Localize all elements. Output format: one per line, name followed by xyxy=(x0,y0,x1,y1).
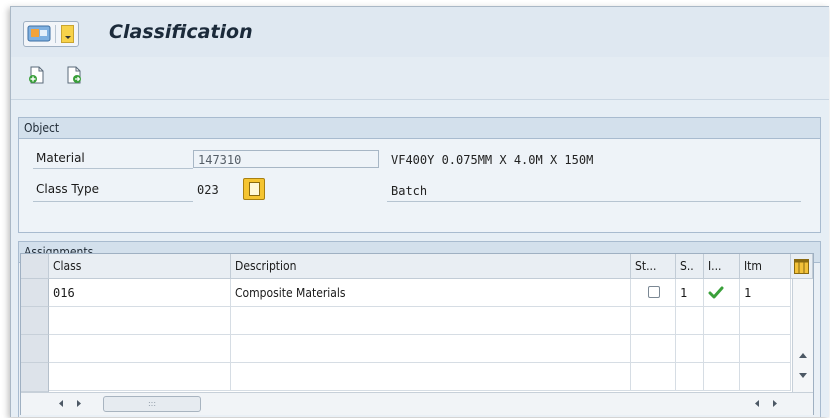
row-selector[interactable] xyxy=(21,279,49,307)
cell-description[interactable]: Composite Materials xyxy=(231,279,631,307)
object-group: Object Material 147310 VF400Y 0.075MM X … xyxy=(18,117,821,233)
material-label-underline xyxy=(33,168,193,169)
class-type-field[interactable]: 023 xyxy=(197,183,219,197)
scroll-right-icon[interactable] xyxy=(75,399,83,408)
horizontal-scrollbar[interactable]: ::: xyxy=(21,392,813,415)
table-settings-icon-glyph xyxy=(794,259,809,274)
value-help-icon[interactable] xyxy=(243,178,265,200)
scroll-left-icon[interactable] xyxy=(57,399,65,408)
checkmark-icon xyxy=(708,286,724,299)
status-checkbox[interactable] xyxy=(648,286,660,298)
cell-indicator[interactable] xyxy=(704,307,740,335)
cell-description[interactable] xyxy=(231,363,631,391)
scroll-left-icon[interactable] xyxy=(753,399,761,408)
table-row[interactable] xyxy=(21,335,791,363)
cell-s[interactable] xyxy=(676,335,704,363)
scroll-thumb-grip: ::: xyxy=(147,399,157,408)
table-settings-icon[interactable] xyxy=(791,254,813,279)
column-header-status[interactable]: St... xyxy=(631,254,676,279)
scroll-up-icon[interactable] xyxy=(798,351,808,359)
column-header-description[interactable]: Description xyxy=(231,254,631,279)
select-all-cell[interactable] xyxy=(21,254,49,279)
row-selector[interactable] xyxy=(21,335,49,363)
table-row[interactable]: 016 Composite Materials 1 1 xyxy=(21,279,791,307)
cell-description[interactable] xyxy=(231,335,631,363)
cell-class[interactable]: 016 xyxy=(49,279,231,307)
object-group-title: Object xyxy=(19,118,820,139)
cell-itm[interactable] xyxy=(740,335,791,363)
chevron-down-icon[interactable] xyxy=(61,25,74,43)
class-type-description-underline xyxy=(387,201,801,202)
cell-status[interactable] xyxy=(631,363,676,391)
assignments-table: Class Description St... S.. I... Itm 016… xyxy=(20,253,814,415)
cell-status[interactable] xyxy=(631,335,676,363)
row-selector[interactable] xyxy=(21,307,49,335)
material-description: VF400Y 0.075MM X 4.0M X 150M xyxy=(391,153,594,167)
column-header-indicator[interactable]: I... xyxy=(704,254,740,279)
scroll-right-icon[interactable] xyxy=(771,399,779,408)
system-menu-separator xyxy=(55,25,56,43)
class-type-label-underline xyxy=(33,201,193,202)
classification-window: Classification Object Material 147310 VF… xyxy=(10,6,829,417)
cell-indicator[interactable] xyxy=(704,363,740,391)
cell-itm[interactable] xyxy=(740,307,791,335)
material-label: Material xyxy=(36,151,85,165)
application-toolbar xyxy=(11,57,829,100)
scroll-down-icon[interactable] xyxy=(798,372,808,380)
column-header-itm[interactable]: Itm xyxy=(740,254,791,279)
cell-class[interactable] xyxy=(49,363,231,391)
cell-indicator[interactable] xyxy=(704,335,740,363)
title-bar: Classification xyxy=(11,7,829,57)
class-type-description: Batch xyxy=(391,184,428,198)
insert-line-icon[interactable] xyxy=(64,65,84,85)
class-type-label: Class Type xyxy=(36,182,99,196)
cell-itm[interactable]: 1 xyxy=(740,279,791,307)
material-field[interactable]: 147310 xyxy=(193,150,379,168)
row-selector[interactable] xyxy=(21,363,49,392)
table-row[interactable] xyxy=(21,363,791,392)
vertical-scrollbar[interactable] xyxy=(792,279,813,392)
sap-system-menu-icon xyxy=(27,25,51,42)
cell-s[interactable]: 1 xyxy=(676,279,704,307)
create-assignment-icon[interactable] xyxy=(27,65,47,85)
cell-s[interactable] xyxy=(676,307,704,335)
system-menu-button[interactable] xyxy=(23,21,79,47)
cell-indicator xyxy=(704,279,740,307)
cell-description[interactable] xyxy=(231,307,631,335)
cell-status[interactable] xyxy=(631,279,676,307)
column-header-s[interactable]: S.. xyxy=(676,254,704,279)
column-header-class[interactable]: Class xyxy=(49,254,231,279)
cell-itm[interactable] xyxy=(740,363,791,391)
cell-s[interactable] xyxy=(676,363,704,391)
cell-class[interactable] xyxy=(49,307,231,335)
cell-class[interactable] xyxy=(49,335,231,363)
table-row[interactable] xyxy=(21,307,791,335)
cell-status[interactable] xyxy=(631,307,676,335)
horizontal-scroll-thumb[interactable]: ::: xyxy=(103,396,201,412)
page-title: Classification xyxy=(109,21,253,43)
